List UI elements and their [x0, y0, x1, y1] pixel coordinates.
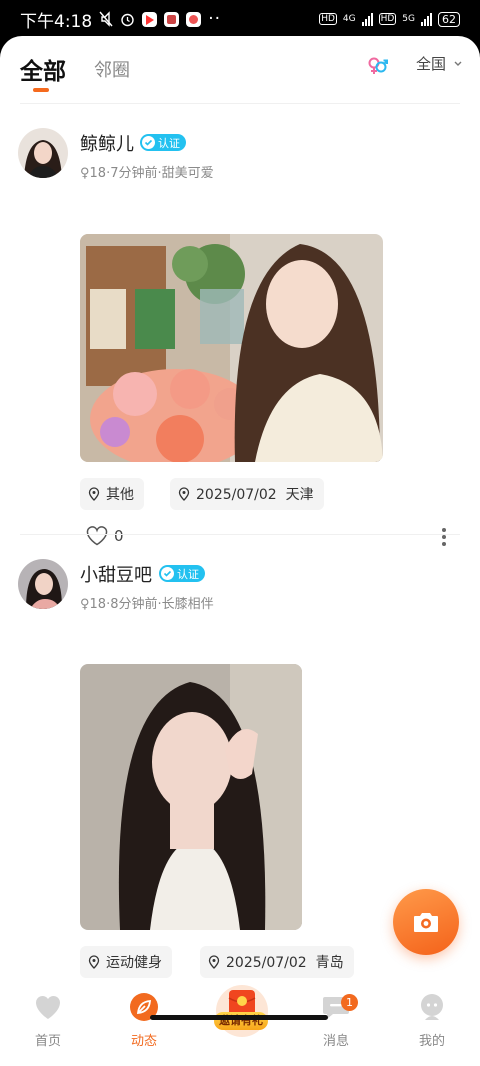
location-pin-icon: [178, 487, 190, 501]
region-label: 全国: [416, 55, 447, 73]
alarm-icon: [121, 13, 134, 26]
username[interactable]: 鲸鲸儿: [80, 130, 134, 156]
post-camera-button[interactable]: [393, 889, 459, 955]
tab-all[interactable]: 全部: [20, 52, 66, 86]
post-meta: ♀18·8分钟前·长膝相伴: [80, 597, 214, 612]
interest-tag-label: 其他: [106, 487, 134, 503]
app-notification-icon: [186, 11, 202, 27]
tab-mine-label: 我的: [418, 1034, 445, 1049]
top-navigation: 全部 邻圈 全国: [0, 36, 480, 102]
bottom-tab-bar: 首页 动态 邀请有礼 1 消息 我的: [0, 984, 480, 1066]
tab-mine[interactable]: 我的: [392, 992, 472, 1049]
post-photo[interactable]: [80, 234, 383, 462]
hd-label: HD: [319, 13, 337, 25]
tab-feed[interactable]: 动态: [104, 992, 184, 1049]
date-location-label: 2025/07/02 青岛: [226, 955, 344, 971]
app-notification-icon: [142, 11, 158, 27]
home-indicator: [150, 1015, 328, 1020]
status-time: 下午4:18: [20, 11, 93, 32]
network-type-label: 5G: [402, 14, 415, 24]
post-meta: ♀18·7分钟前·甜美可爱: [80, 166, 214, 181]
avatar[interactable]: [18, 559, 68, 609]
more-notifications-icon: ··: [208, 9, 221, 29]
date-location-label: 2025/07/02 天津: [196, 487, 314, 503]
signal-icon: [421, 12, 432, 26]
signal-icon: [361, 12, 373, 26]
hd-label: HD: [378, 13, 397, 25]
tab-home[interactable]: 首页: [8, 992, 88, 1049]
check-icon: [161, 567, 174, 580]
like-button[interactable]: 0: [86, 526, 124, 546]
chevron-down-icon: [454, 61, 462, 66]
verified-label: 认证: [177, 567, 199, 581]
verified-badge: 认证: [159, 565, 205, 582]
network-type-label: 4G: [342, 14, 356, 24]
date-location-tag[interactable]: 2025/07/02 天津: [170, 478, 324, 510]
location-pin-icon: [88, 487, 100, 501]
tab-home-label: 首页: [34, 1034, 61, 1049]
location-pin-icon: [88, 955, 100, 969]
active-tab-indicator: [33, 88, 49, 92]
camera-icon: [414, 913, 438, 932]
tab-messages[interactable]: 1 消息: [296, 992, 376, 1049]
tab-feed-label: 动态: [130, 1034, 157, 1049]
divider: [20, 103, 460, 104]
battery-indicator: 62: [438, 11, 460, 27]
interest-tag-label: 运动健身: [106, 955, 162, 971]
heart-icon: [35, 995, 61, 1019]
like-count: 0: [114, 527, 124, 545]
app-screen: 全部 邻圈 全国 鲸鲸儿 认证 ♀18·7分钟前·甜美可爱 其他 2025/07…: [0, 36, 480, 1066]
avatar[interactable]: [18, 128, 68, 178]
username[interactable]: 小甜豆吧: [80, 561, 152, 587]
verified-badge: 认证: [140, 134, 186, 151]
location-pin-icon: [208, 955, 220, 969]
more-options-icon[interactable]: [440, 528, 448, 546]
date-location-tag[interactable]: 2025/07/02 青岛: [200, 946, 354, 978]
region-selector[interactable]: 全国: [416, 53, 462, 74]
unread-badge: 1: [341, 994, 358, 1011]
heart-icon: [86, 526, 108, 546]
verified-label: 认证: [158, 136, 180, 150]
check-icon: [142, 136, 155, 149]
mute-icon: [99, 11, 113, 27]
status-bar: 下午4:18 ·· HD 4G HD 5G 62: [0, 0, 480, 38]
gender-filter-icon[interactable]: [366, 54, 390, 78]
app-notification-icon: [164, 11, 180, 27]
interest-tag[interactable]: 其他: [80, 478, 144, 510]
tab-messages-label: 消息: [322, 1034, 349, 1049]
profile-icon: [421, 994, 443, 1020]
tab-neighborhood[interactable]: 邻圈: [94, 56, 130, 82]
post-photo[interactable]: [80, 664, 302, 930]
divider: [20, 534, 460, 535]
interest-tag[interactable]: 运动健身: [80, 946, 172, 978]
